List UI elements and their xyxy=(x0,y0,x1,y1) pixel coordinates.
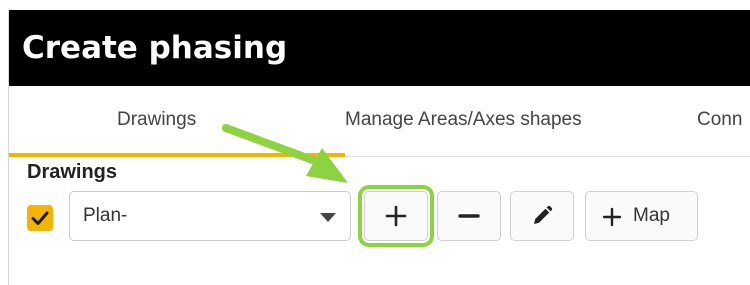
tab-bar: Drawings Manage Areas/Axes shapes Conn xyxy=(9,86,750,157)
dialog-title: Create phasing xyxy=(22,30,288,66)
plus-icon xyxy=(385,205,407,227)
plus-icon xyxy=(602,207,622,227)
tab-drawings[interactable]: Drawings xyxy=(9,86,345,157)
edit-drawing-button[interactable] xyxy=(510,191,574,241)
remove-drawing-button[interactable] xyxy=(437,191,501,241)
drawing-select[interactable]: Plan- xyxy=(69,191,351,241)
map-button-label: Map xyxy=(633,205,670,226)
create-phasing-dialog: Create phasing Drawings Manage Areas/Axe… xyxy=(8,10,750,285)
tab-connections-label: Conn xyxy=(697,109,743,130)
add-drawing-button[interactable] xyxy=(364,191,428,241)
tab-manage-areas-label: Manage Areas/Axes shapes xyxy=(345,109,582,130)
drawings-section-label: Drawings xyxy=(27,161,118,183)
minus-icon xyxy=(458,214,480,218)
tab-drawings-label: Drawings xyxy=(117,109,197,130)
active-tab-indicator xyxy=(9,153,345,157)
tab-manage-areas-axes-shapes[interactable]: Manage Areas/Axes shapes xyxy=(345,86,665,156)
title-bar: Create phasing xyxy=(9,10,750,86)
checkmark-icon xyxy=(31,211,49,225)
pencil-icon xyxy=(534,205,553,224)
add-map-button[interactable]: Map xyxy=(585,191,698,241)
drawing-select-value: Plan- xyxy=(83,205,128,226)
chevron-down-icon xyxy=(320,213,336,222)
drawing-checkbox[interactable] xyxy=(27,205,53,231)
tab-connections[interactable]: Conn xyxy=(697,86,750,156)
